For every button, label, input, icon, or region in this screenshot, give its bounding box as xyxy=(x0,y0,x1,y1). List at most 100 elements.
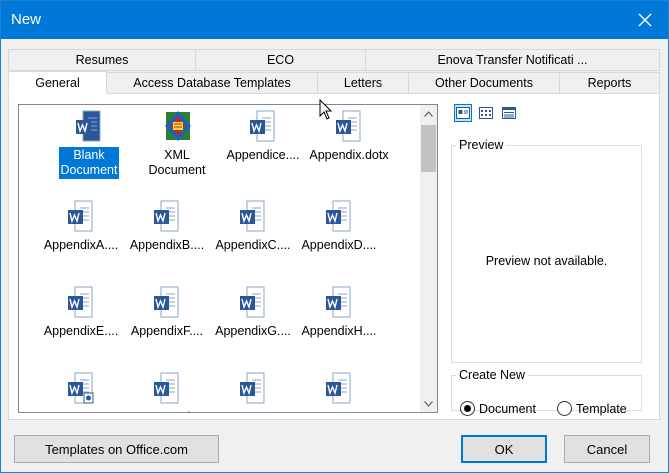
template-item-label: ARTISTS.... xyxy=(46,409,116,412)
template-item[interactable]: AppendixD.... xyxy=(295,199,383,254)
scroll-thumb[interactable] xyxy=(421,125,436,172)
chevron-up-icon xyxy=(424,110,433,117)
template-item-label: ARTISTS.dotx xyxy=(125,409,209,412)
chevron-down-icon xyxy=(424,400,433,407)
template-item-label: AppendixH.... xyxy=(301,324,377,338)
tab-eco[interactable]: ECO xyxy=(195,49,366,71)
word-template-icon xyxy=(326,286,351,318)
template-icon-wrap xyxy=(66,371,96,405)
template-icon-wrap xyxy=(152,285,182,319)
template-item-label: Appendice.... xyxy=(226,148,300,162)
word-template-icon xyxy=(240,286,265,318)
mouse-cursor-icon xyxy=(319,99,333,120)
tab-enova-transfer[interactable]: Enova Transfer Notificati ... xyxy=(365,49,660,71)
word-template-icon xyxy=(154,286,179,318)
tab-label: Letters xyxy=(343,76,383,90)
template-icon-wrap xyxy=(238,199,268,233)
template-icon-wrap xyxy=(238,371,268,405)
scroll-down-button[interactable] xyxy=(420,395,437,412)
details-view-button[interactable] xyxy=(500,104,518,122)
list-view-button[interactable] xyxy=(477,104,495,122)
template-item[interactable]: Blank Document xyxy=(45,109,133,179)
ok-button-label: OK xyxy=(494,441,514,457)
create-new-group: Create New Document Template xyxy=(451,368,642,416)
large-icons-view-icon xyxy=(456,107,470,119)
template-item[interactable]: AppendixC.... xyxy=(209,199,297,254)
tab-label: Enova Transfer Notificati ... xyxy=(437,53,588,67)
document-radio-label: Document xyxy=(479,401,536,416)
tab-general[interactable]: General xyxy=(8,71,107,94)
cancel-button[interactable]: Cancel xyxy=(564,435,650,463)
window-title: New xyxy=(11,11,42,28)
template-icon-wrap xyxy=(152,371,182,405)
template-radio[interactable]: Template xyxy=(557,401,627,416)
tab-letters[interactable]: Letters xyxy=(317,72,409,94)
close-button[interactable] xyxy=(622,1,668,39)
word-template-icon xyxy=(326,200,351,232)
template-icon-wrap xyxy=(324,285,354,319)
template-item[interactable]: ARTISTS1.... xyxy=(209,371,297,412)
template-item-label: AppendixD.... xyxy=(301,238,377,252)
template-icon-wrap xyxy=(238,285,268,319)
vertical-scrollbar[interactable] xyxy=(420,105,437,412)
template-item[interactable]: ARTISTS2.... xyxy=(295,371,383,412)
template-icon-wrap xyxy=(334,109,364,143)
template-item-label: AppendixC.... xyxy=(215,238,291,252)
template-item-label: AppendixF.... xyxy=(130,324,204,338)
cancel-button-label: Cancel xyxy=(586,441,628,457)
template-icon-wrap xyxy=(248,109,278,143)
template-item[interactable]: ARTISTS.... xyxy=(37,371,125,412)
templates-on-office-button[interactable]: Templates on Office.com xyxy=(14,435,219,463)
tab-resumes[interactable]: Resumes xyxy=(8,49,196,71)
template-item-label: ARTISTS1.... xyxy=(214,409,291,412)
template-item-label: Appendix.dotx xyxy=(309,148,389,162)
template-icon-wrap xyxy=(324,371,354,405)
ok-button[interactable]: OK xyxy=(461,435,547,463)
template-icon-wrap xyxy=(152,199,182,233)
create-new-legend: Create New xyxy=(459,368,525,382)
word-template-icon xyxy=(154,372,179,404)
tab-label: ECO xyxy=(266,53,295,67)
template-item-label: AppendixE.... xyxy=(43,324,119,338)
list-view-icon xyxy=(479,107,493,119)
tab-label: Other Documents xyxy=(435,76,533,90)
scroll-up-button[interactable] xyxy=(420,105,437,122)
template-item[interactable]: XML Document xyxy=(133,109,221,179)
title-bar[interactable]: New xyxy=(1,1,668,39)
document-radio[interactable]: Document xyxy=(460,401,536,416)
tab-access-database-templates[interactable]: Access Database Templates xyxy=(106,72,318,94)
template-item[interactable]: AppendixE.... xyxy=(37,285,125,340)
close-icon xyxy=(638,13,652,27)
template-icon-wrap xyxy=(324,199,354,233)
template-item[interactable]: AppendixA.... xyxy=(37,199,125,254)
preview-group: Preview Preview not available. xyxy=(451,138,642,363)
template-item[interactable]: AppendixF.... xyxy=(123,285,211,340)
template-item-label: AppendixG.... xyxy=(215,324,291,338)
tab-reports[interactable]: Reports xyxy=(559,72,660,94)
radio-button-unchecked[interactable] xyxy=(557,401,572,416)
word-template-icon xyxy=(240,372,265,404)
template-item-label: ARTISTS2.... xyxy=(300,409,377,412)
template-item[interactable]: Appendice.... xyxy=(219,109,307,164)
large-icons-view-button[interactable] xyxy=(454,104,472,122)
radio-button-checked[interactable] xyxy=(460,401,475,416)
word-template-icon xyxy=(240,200,265,232)
template-list[interactable]: Blank Document XML Document Appendice.... A… xyxy=(18,104,438,413)
tab-label: Access Database Templates xyxy=(133,76,291,90)
template-icon-wrap xyxy=(162,109,192,143)
blank-document-icon xyxy=(76,110,101,142)
template-item[interactable]: ARTISTS.dotx xyxy=(123,371,211,412)
details-view-icon xyxy=(502,107,516,119)
template-item[interactable]: AppendixG.... xyxy=(209,285,297,340)
word-macro-template-icon xyxy=(68,372,94,404)
tab-other-documents[interactable]: Other Documents xyxy=(408,72,560,94)
tab-label: General xyxy=(35,75,80,90)
word-template-icon xyxy=(68,286,93,318)
template-item-label: AppendixA.... xyxy=(43,238,119,252)
word-template-icon xyxy=(326,372,351,404)
template-item-label: XML Document xyxy=(148,148,206,177)
template-item[interactable]: AppendixB.... xyxy=(123,199,211,254)
preview-message: Preview not available. xyxy=(485,254,608,268)
word-template-icon xyxy=(250,110,275,142)
template-item[interactable]: AppendixH.... xyxy=(295,285,383,340)
